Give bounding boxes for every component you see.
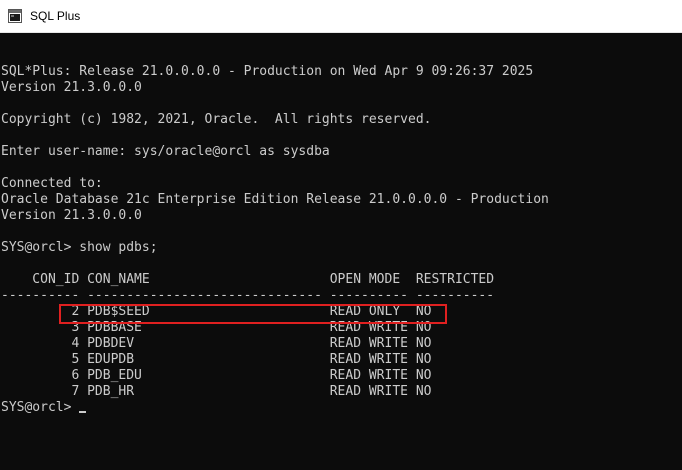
table-row: 7 PDB_HR READ WRITE NO [1,384,432,399]
window-title: SQL Plus [30,9,81,23]
console-lines: SQL*Plus: Release 21.0.0.0.0 - Productio… [1,48,549,416]
console-line: Version 21.3.0.0.0 [1,208,142,223]
console-line: SQL*Plus: Release 21.0.0.0.0 - Productio… [1,64,534,79]
console-line: Connected to: [1,176,103,191]
prompt-line[interactable]: SYS@orcl> [1,400,549,416]
table-header-row: CON_ID CON_NAME OPEN MODE RESTRICTED [1,272,495,287]
table-row: 4 PDBDEV READ WRITE NO [1,336,432,351]
command-prompt: SYS@orcl> [1,400,80,415]
sqlplus-window: SQL Plus SQL*Plus: Release 21.0.0.0.0 - … [0,0,682,470]
table-row: 6 PDB_EDU READ WRITE NO [1,368,432,383]
table-separator-row: ---------- -----------------------------… [1,288,495,303]
console-line: Oracle Database 21c Enterprise Edition R… [1,192,549,207]
console-output[interactable]: SQL*Plus: Release 21.0.0.0.0 - Productio… [0,33,682,470]
text-cursor [79,411,87,413]
console-line: Enter user-name: sys/oracle@orcl as sysd… [1,144,330,159]
table-row: 5 EDUPDB READ WRITE NO [1,352,432,367]
console-window-icon [8,9,22,23]
console-line: SYS@orcl> show pdbs; [1,240,158,255]
console-line: Version 21.3.0.0.0 [1,80,142,95]
console-line: Copyright (c) 1982, 2021, Oracle. All ri… [1,112,432,127]
highlight-box-pdbbase-row [59,304,447,324]
title-bar[interactable]: SQL Plus [0,0,682,33]
